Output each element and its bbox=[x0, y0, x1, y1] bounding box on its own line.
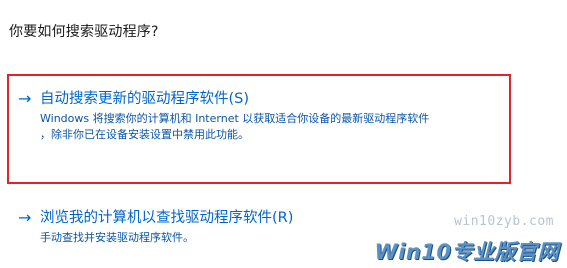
auto-search-text: 自动搜索更新的驱动程序软件(S) Windows 将搜索你的计算机和 Inter… bbox=[40, 90, 429, 143]
auto-search-desc-line-1: Windows 将搜索你的计算机和 Internet 以获取适合你设备的最新驱动… bbox=[40, 112, 430, 125]
watermark-logo: Win10专业版官网 bbox=[374, 240, 559, 264]
dialog-question: 你要如何搜索驱动程序? bbox=[9, 24, 159, 40]
auto-search-option[interactable]: → 自动搜索更新的驱动程序软件(S) Windows 将搜索你的计算机和 Int… bbox=[18, 90, 429, 143]
auto-search-desc-line-2: ，除非你已在设备安装设置中禁用此功能。 bbox=[40, 128, 249, 141]
auto-search-title[interactable]: 自动搜索更新的驱动程序软件(S) bbox=[40, 90, 429, 108]
browse-computer-title[interactable]: 浏览我的计算机以查找驱动程序软件(R) bbox=[40, 209, 293, 227]
browse-computer-desc-line-1: 手动查找并安装驱动程序软件。 bbox=[40, 231, 194, 244]
browse-computer-text: 浏览我的计算机以查找驱动程序软件(R) 手动查找并安装驱动程序软件。 bbox=[40, 209, 293, 246]
browse-computer-description: 手动查找并安装驱动程序软件。 bbox=[40, 230, 293, 246]
arrow-right-icon: → bbox=[18, 208, 32, 227]
watermark-url: win10zyb.com bbox=[454, 214, 554, 229]
browse-computer-option[interactable]: → 浏览我的计算机以查找驱动程序软件(R) 手动查找并安装驱动程序软件。 bbox=[18, 209, 293, 246]
auto-search-description: Windows 将搜索你的计算机和 Internet 以获取适合你设备的最新驱动… bbox=[40, 111, 429, 143]
arrow-right-icon: → bbox=[18, 89, 32, 108]
